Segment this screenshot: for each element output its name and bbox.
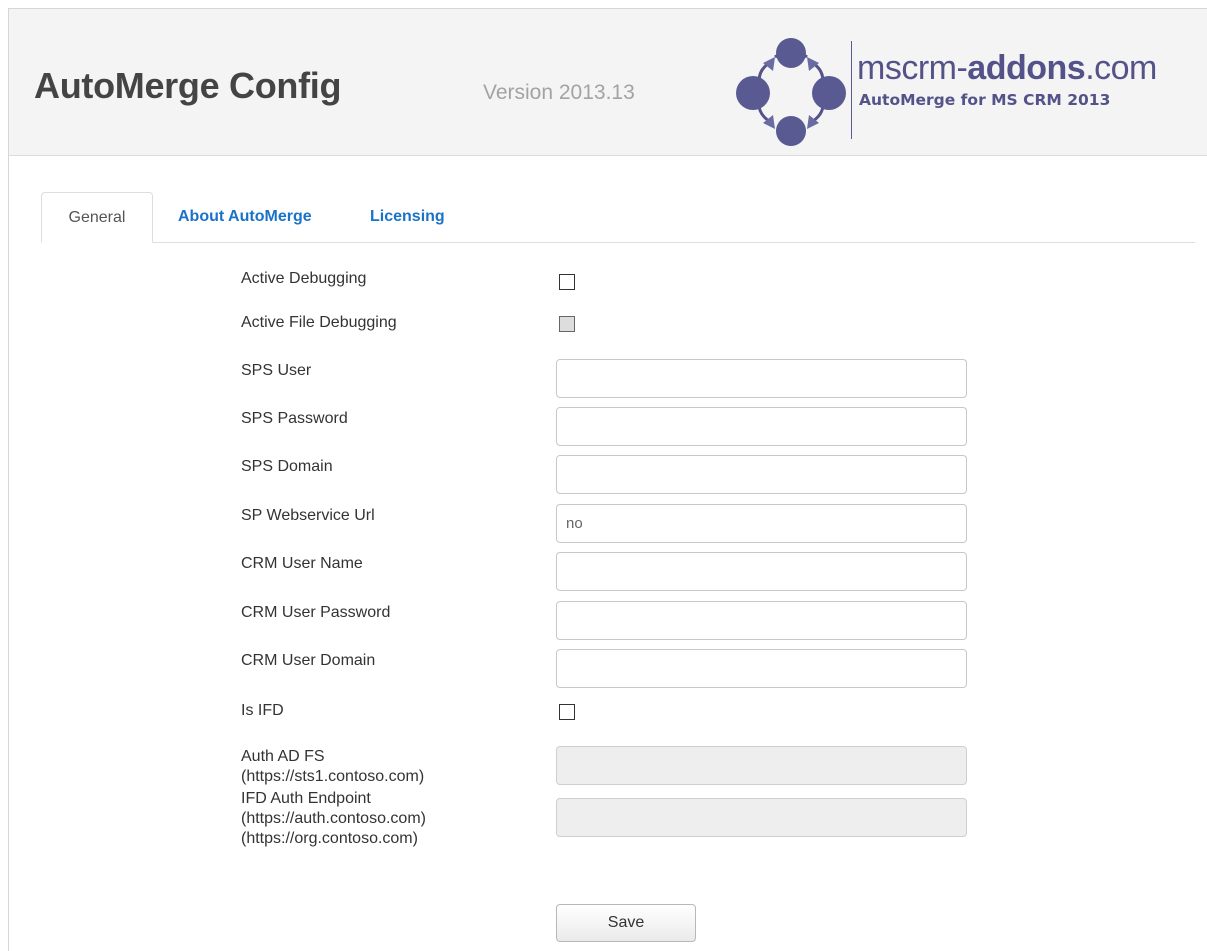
auth-adfs-label: Auth AD FS (https://sts1.contoso.com) <box>241 747 424 787</box>
page-title: AutoMerge Config <box>34 65 342 106</box>
logo-brand-bold: addons <box>967 49 1086 87</box>
tab-general[interactable]: General <box>41 192 153 243</box>
sps-domain-input[interactable] <box>556 455 967 494</box>
version-label: Version 2013.13 <box>483 81 635 104</box>
sps-user-label: SPS User <box>241 362 312 379</box>
auth-adfs-input[interactable] <box>556 746 967 785</box>
circle-network-logo-icon <box>736 38 846 146</box>
active-file-debugging-label: Active File Debugging <box>241 314 397 331</box>
logo-divider <box>851 41 852 139</box>
active-debugging-label: Active Debugging <box>241 270 367 287</box>
ifd-auth-endpoint-label-line2: (https://auth.contoso.com) <box>241 810 426 827</box>
tab-about-automerge[interactable]: About AutoMerge <box>178 192 312 241</box>
active-debugging-checkbox[interactable] <box>559 274 575 290</box>
ifd-auth-endpoint-label: IFD Auth Endpoint (https://auth.contoso.… <box>241 789 426 849</box>
sps-domain-label: SPS Domain <box>241 458 333 475</box>
logo-subtitle: AutoMerge for MS CRM 2013 <box>859 91 1111 109</box>
auth-adfs-label-line1: Auth AD FS <box>241 748 325 765</box>
sps-user-input[interactable] <box>556 359 967 398</box>
tab-licensing[interactable]: Licensing <box>370 192 445 241</box>
crm-user-domain-label: CRM User Domain <box>241 652 376 669</box>
save-button[interactable]: Save <box>556 904 696 942</box>
active-file-debugging-checkbox[interactable] <box>559 316 575 332</box>
sps-password-label: SPS Password <box>241 410 348 427</box>
config-page: AutoMerge Config Version 2013.13 mscrm-a… <box>8 8 1207 951</box>
crm-user-password-label: CRM User Password <box>241 604 391 621</box>
auth-adfs-label-line2: (https://sts1.contoso.com) <box>241 768 425 785</box>
sp-webservice-url-input[interactable] <box>556 504 967 543</box>
page-header: AutoMerge Config Version 2013.13 mscrm-a… <box>9 9 1207 156</box>
crm-user-domain-input[interactable] <box>556 649 967 688</box>
ifd-auth-endpoint-label-line1: IFD Auth Endpoint <box>241 790 371 807</box>
crm-user-password-input[interactable] <box>556 601 967 640</box>
ifd-auth-endpoint-label-line3: (https://org.contoso.com) <box>241 830 418 847</box>
crm-user-name-label: CRM User Name <box>241 555 363 572</box>
logo-brand-suffix: .com <box>1085 49 1157 87</box>
is-ifd-checkbox[interactable] <box>559 704 575 720</box>
crm-user-name-input[interactable] <box>556 552 967 591</box>
ifd-auth-endpoint-input[interactable] <box>556 798 967 837</box>
tab-bar: General About AutoMerge Licensing <box>41 192 1195 243</box>
logo-brand-text: mscrm-addons.com <box>857 51 1157 85</box>
sps-password-input[interactable] <box>556 407 967 446</box>
logo-brand-prefix: mscrm- <box>857 49 968 87</box>
sp-webservice-url-label: SP Webservice Url <box>241 507 375 524</box>
is-ifd-label: Is IFD <box>241 702 284 719</box>
